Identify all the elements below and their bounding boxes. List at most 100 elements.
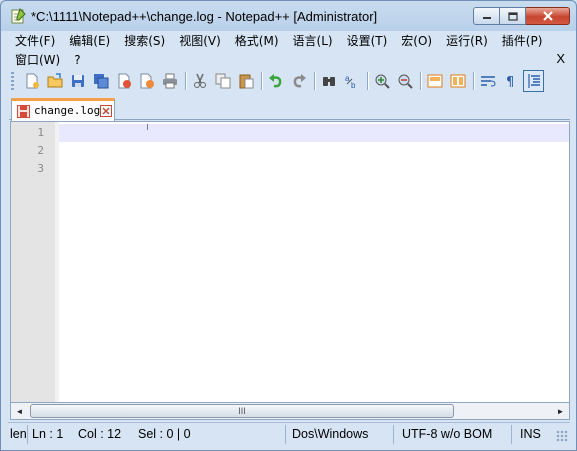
save-all-icon xyxy=(93,74,108,89)
sync-horizontal-icon xyxy=(450,74,465,88)
line-number: 2 xyxy=(37,144,44,157)
menu-language[interactable]: 语言(L) xyxy=(286,32,340,50)
text-content[interactable] xyxy=(61,122,569,402)
window-title: *C:\1111\Notepad++\change.log - Notepad+… xyxy=(31,9,378,24)
sync-horizontal-button[interactable] xyxy=(447,70,468,92)
tab-close-icon[interactable] xyxy=(100,105,112,117)
scroll-left-icon[interactable]: ◄ xyxy=(11,403,28,419)
zoom-in-button[interactable] xyxy=(371,70,392,92)
redo-icon xyxy=(293,74,306,88)
status-encoding: UTF-8 w/o BOM xyxy=(396,425,512,444)
close-all-icon xyxy=(140,73,154,89)
scrollbar-thumb[interactable]: III xyxy=(30,404,454,418)
menu-search[interactable]: 搜索(S) xyxy=(117,32,172,50)
resize-grip[interactable] xyxy=(556,430,568,442)
menu-plugins[interactable]: 插件(P) xyxy=(495,32,550,50)
scroll-right-icon[interactable]: ► xyxy=(552,403,569,419)
copy-icon xyxy=(215,73,230,89)
status-selection: Sel : 0 | 0 xyxy=(138,427,191,441)
status-position: Ln : 1 Col : 12 Sel : 0 | 0 xyxy=(30,425,286,444)
menu-edit[interactable]: 编辑(E) xyxy=(62,32,117,50)
svg-text:¶: ¶ xyxy=(506,75,514,89)
status-length: len xyxy=(8,425,28,444)
close-file-icon xyxy=(118,73,131,89)
unsaved-file-icon xyxy=(17,105,30,118)
save-button[interactable] xyxy=(67,70,88,92)
undo-icon xyxy=(268,74,281,88)
zoom-out-button[interactable] xyxy=(394,70,415,92)
cut-button[interactable] xyxy=(189,70,210,92)
close-file-button[interactable] xyxy=(113,70,134,92)
line-number: 3 xyxy=(37,162,44,175)
zoom-in-icon xyxy=(375,74,390,89)
paste-icon xyxy=(239,74,253,89)
word-wrap-icon xyxy=(480,76,496,87)
toolbar-separator xyxy=(473,72,474,90)
minimize-button[interactable] xyxy=(473,7,500,25)
new-file-button[interactable] xyxy=(21,70,42,92)
undo-button[interactable] xyxy=(265,70,286,92)
close-icon xyxy=(542,11,553,21)
zoom-out-icon xyxy=(398,74,413,89)
horizontal-scrollbar[interactable]: ◄ III ► xyxy=(10,403,570,420)
svg-text:b: b xyxy=(351,81,356,89)
sync-vertical-icon xyxy=(427,74,442,88)
line-number: 1 xyxy=(37,126,44,139)
title-bar[interactable]: *C:\1111\Notepad++\change.log - Notepad+… xyxy=(1,1,576,31)
menu-window[interactable]: 窗口(W) xyxy=(8,51,67,69)
menu-file[interactable]: 文件(F) xyxy=(8,32,62,50)
find-button[interactable] xyxy=(318,70,339,92)
sync-vertical-button[interactable] xyxy=(424,70,445,92)
close-all-button[interactable] xyxy=(136,70,157,92)
status-column: Col : 12 xyxy=(78,427,122,441)
toolbar: ab ¶ xyxy=(9,68,570,94)
replace-icon: ab xyxy=(345,74,356,89)
maximize-icon xyxy=(507,11,518,21)
open-file-button[interactable] xyxy=(44,70,65,92)
status-bar: len Ln : 1 Col : 12 Sel : 0 | 0 Dos\Window… xyxy=(8,422,570,444)
copy-button[interactable] xyxy=(212,70,233,92)
word-wrap-button[interactable] xyxy=(477,70,498,92)
fold-margin[interactable] xyxy=(55,122,59,402)
tab-change-log[interactable]: change.log xyxy=(11,98,115,121)
editor-area[interactable]: 1 2 3 xyxy=(10,121,570,403)
menu-format[interactable]: 格式(M) xyxy=(228,32,286,50)
tab-label: change.log xyxy=(34,104,101,117)
toolbar-separator xyxy=(185,72,186,90)
close-document-button[interactable]: X xyxy=(553,51,568,67)
indent-guide-button[interactable] xyxy=(523,70,544,92)
menu-row-1: 文件(F) 编辑(E) 搜索(S) 视图(V) 格式(M) 语言(L) 设置(T… xyxy=(8,32,549,50)
menu-macro[interactable]: 宏(O) xyxy=(394,32,439,50)
line-number-gutter: 1 2 3 xyxy=(11,122,59,402)
maximize-button[interactable] xyxy=(500,7,526,25)
window-controls xyxy=(473,7,570,25)
paste-button[interactable] xyxy=(235,70,256,92)
close-window-button[interactable] xyxy=(526,7,570,25)
print-button[interactable] xyxy=(159,70,180,92)
menu-run[interactable]: 运行(R) xyxy=(439,32,495,50)
menu-view[interactable]: 视图(V) xyxy=(172,32,228,50)
toolbar-separator xyxy=(261,72,262,90)
status-eol-format: Dos\Windows xyxy=(288,425,394,444)
find-icon xyxy=(322,77,335,86)
redo-button[interactable] xyxy=(288,70,309,92)
status-insert-mode: INS xyxy=(520,427,541,441)
save-all-button[interactable] xyxy=(90,70,111,92)
open-file-icon xyxy=(47,73,62,88)
cut-icon xyxy=(193,73,206,88)
toolbar-separator xyxy=(420,72,421,90)
menu-settings[interactable]: 设置(T) xyxy=(340,32,395,50)
toolbar-separator xyxy=(367,72,368,90)
menu-help[interactable]: ? xyxy=(67,51,87,69)
status-line: Ln : 1 xyxy=(32,427,64,441)
replace-button[interactable]: ab xyxy=(341,70,362,92)
menu-bar: 文件(F) 编辑(E) 搜索(S) 视图(V) 格式(M) 语言(L) 设置(T… xyxy=(8,32,571,68)
toolbar-grip[interactable] xyxy=(11,72,14,90)
document-tab-bar: change.log xyxy=(9,97,570,121)
indent-guide-icon xyxy=(527,74,540,88)
toolbar-separator xyxy=(314,72,315,90)
show-all-chars-button[interactable]: ¶ xyxy=(500,70,521,92)
new-file-icon xyxy=(26,73,39,89)
notepadpp-window: *C:\1111\Notepad++\change.log - Notepad+… xyxy=(0,0,577,451)
show-all-chars-icon: ¶ xyxy=(506,75,514,89)
